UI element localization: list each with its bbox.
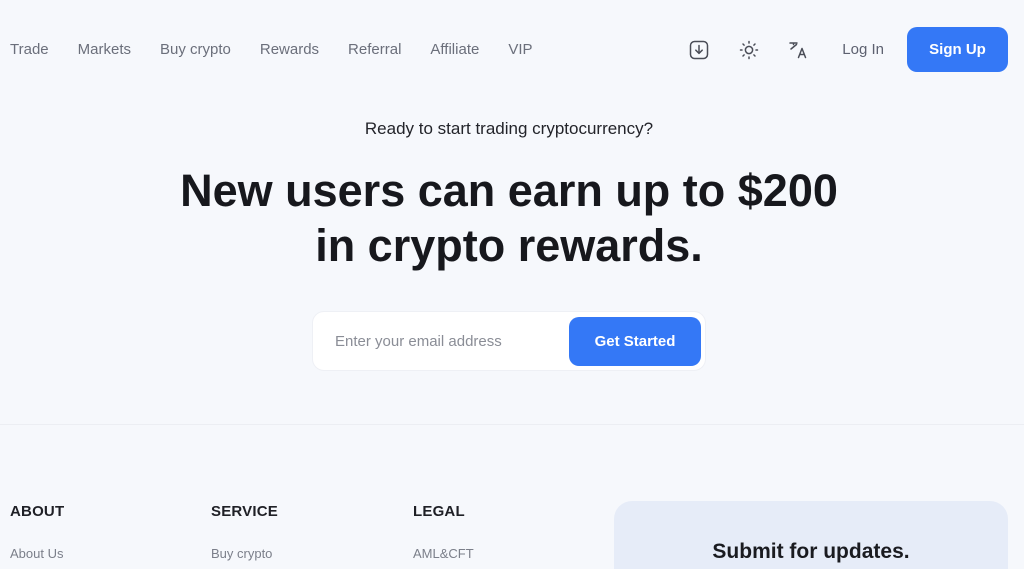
top-navigation: Trade Markets Buy crypto Rewards Referra… xyxy=(0,0,1024,100)
footer-heading-service: SERVICE xyxy=(211,503,278,520)
nav-link-rewards[interactable]: Rewards xyxy=(260,40,319,60)
footer-heading-legal: LEGAL xyxy=(413,503,465,520)
footer-col-about: ABOUT About Us xyxy=(10,503,64,561)
footer-col-service: SERVICE Buy crypto xyxy=(211,503,278,561)
email-signup-form: Get Started xyxy=(312,311,706,371)
nav-link-vip[interactable]: VIP xyxy=(508,40,532,60)
nav-link-affiliate[interactable]: Affiliate xyxy=(430,40,479,60)
sun-icon[interactable] xyxy=(737,38,761,62)
translate-icon[interactable] xyxy=(787,38,811,62)
nav-link-trade[interactable]: Trade xyxy=(10,40,49,60)
hero-title-line-1: New users can earn up to $200 xyxy=(180,165,838,216)
main-nav: Trade Markets Buy crypto Rewards Referra… xyxy=(10,40,562,60)
nav-link-markets[interactable]: Markets xyxy=(78,40,131,60)
hero-title: New users can earn up to $200 in crypto … xyxy=(0,163,1018,273)
get-started-button[interactable]: Get Started xyxy=(569,317,701,366)
login-link[interactable]: Log In xyxy=(842,41,884,58)
section-divider xyxy=(0,424,1024,425)
footer-link-buy-crypto[interactable]: Buy crypto xyxy=(211,546,278,561)
footer-heading-about: ABOUT xyxy=(10,503,65,520)
download-icon[interactable] xyxy=(687,38,711,62)
footer-col-legal: LEGAL AML&CFT xyxy=(413,503,474,561)
updates-card: Submit for updates. xyxy=(614,501,1008,569)
nav-actions: Log In Sign Up xyxy=(687,27,1008,72)
footer-link-aml-cft[interactable]: AML&CFT xyxy=(413,546,474,561)
nav-link-buy-crypto[interactable]: Buy crypto xyxy=(160,40,231,60)
hero-kicker: Ready to start trading cryptocurrency? xyxy=(364,119,654,138)
email-input[interactable] xyxy=(335,332,585,350)
footer-link-about-us[interactable]: About Us xyxy=(10,546,64,561)
signup-button[interactable]: Sign Up xyxy=(907,27,1008,72)
nav-link-referral[interactable]: Referral xyxy=(348,40,401,60)
hero-title-line-2: in crypto rewards. xyxy=(315,220,703,271)
updates-title: Submit for updates. xyxy=(712,540,910,563)
